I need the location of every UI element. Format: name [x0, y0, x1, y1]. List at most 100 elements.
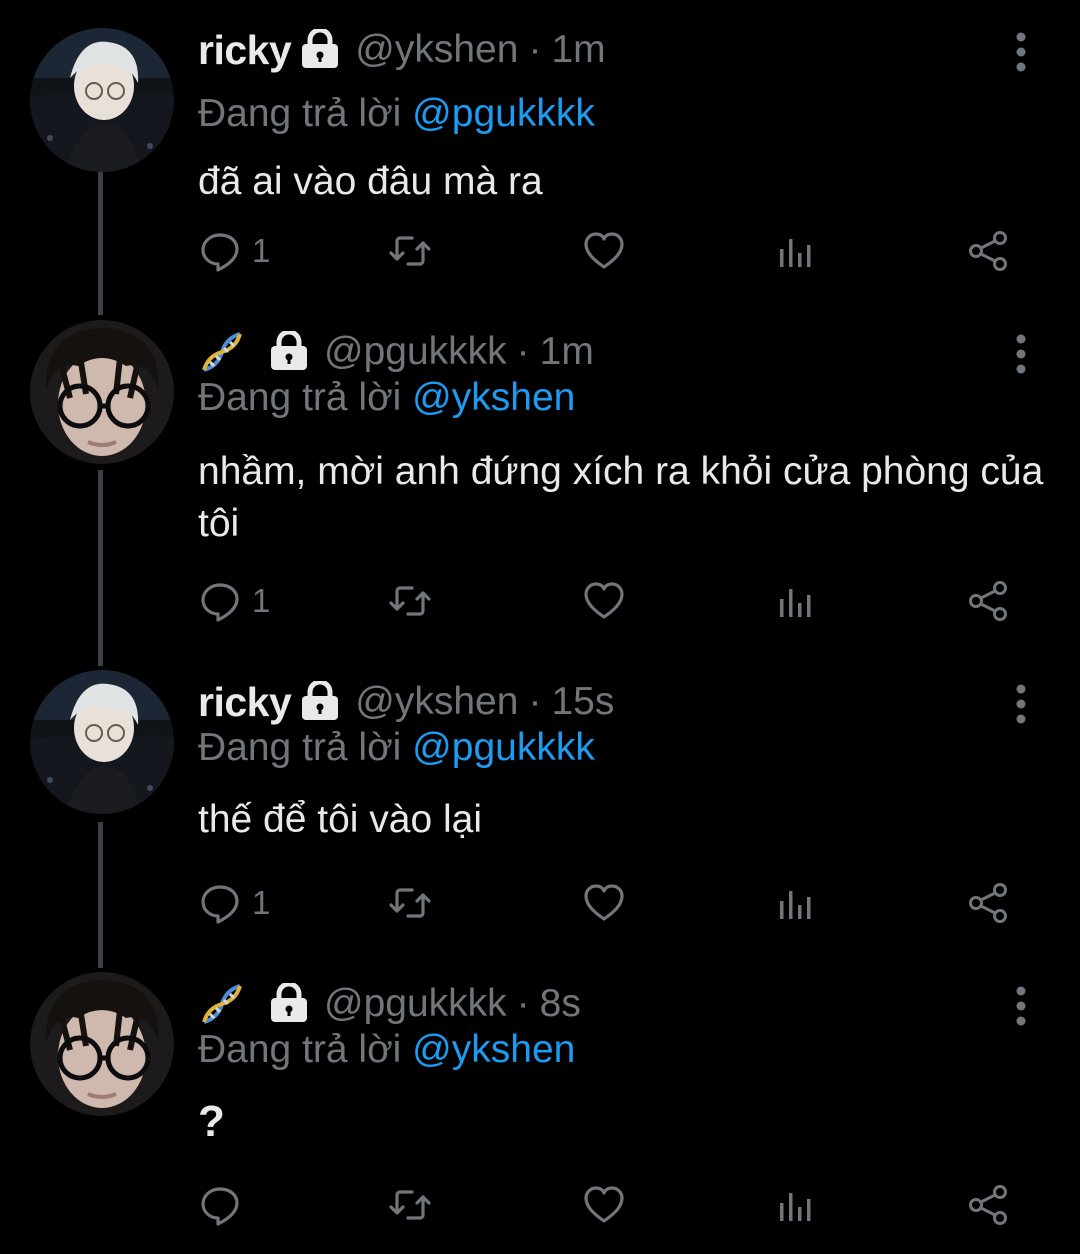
analytics-icon — [780, 1193, 811, 1221]
retweet-icon — [389, 888, 431, 918]
tweet[interactable]: ricky @ykshen · 15s Đang trả lời @pgukkk… — [0, 670, 1080, 950]
analytics-icon — [780, 239, 811, 267]
action-bar — [0, 1178, 1080, 1232]
handle[interactable]: @pgukkkk — [324, 330, 507, 374]
share-button[interactable] — [966, 1178, 1010, 1232]
lock-icon — [268, 329, 310, 373]
pgukkkk-avatar-image — [30, 972, 174, 1116]
tweet-header: ricky @ykshen · 15s — [198, 670, 614, 734]
reply-icon — [201, 885, 239, 924]
more-vertical-icon[interactable] — [1004, 984, 1038, 1028]
timestamp[interactable]: 8s — [540, 982, 581, 1026]
reply-icon — [201, 583, 239, 622]
like-button[interactable] — [582, 1178, 626, 1232]
reply-count: 1 — [252, 582, 271, 619]
tweet[interactable]: @pgukkkk · 1m Đang trả lời @ykshen nhầm,… — [0, 320, 1080, 650]
retweet-icon — [389, 1190, 431, 1220]
handle[interactable]: @pgukkkk — [324, 982, 507, 1026]
reply-button[interactable]: 1 — [198, 224, 270, 278]
avatar[interactable] — [30, 320, 174, 464]
lock-icon — [299, 679, 341, 723]
analytics-button[interactable] — [774, 1178, 818, 1232]
lock-icon — [268, 981, 310, 1025]
analytics-icon — [780, 891, 811, 919]
share-icon — [969, 231, 1007, 271]
retweet-button[interactable] — [388, 1178, 432, 1232]
share-button[interactable] — [966, 574, 1010, 628]
more-vertical-icon[interactable] — [1004, 682, 1038, 726]
dna-emoji-icon — [198, 328, 246, 376]
avatar[interactable] — [30, 28, 174, 172]
separator: · — [528, 680, 542, 723]
heart-icon — [584, 232, 624, 269]
analytics-button[interactable] — [774, 224, 818, 278]
like-button[interactable] — [582, 876, 626, 930]
mention-link[interactable]: @pgukkkk — [412, 92, 595, 135]
dna-emoji-icon — [198, 980, 246, 1028]
separator: · — [528, 28, 542, 71]
mention-link[interactable]: @pgukkkk — [412, 726, 595, 769]
reply-prefix: Đang trả lời — [198, 726, 402, 769]
handle[interactable]: @ykshen — [355, 28, 518, 72]
avatar[interactable] — [30, 972, 174, 1116]
retweet-button[interactable] — [388, 224, 432, 278]
tweet-header: @pgukkkk · 1m — [198, 320, 594, 384]
analytics-button[interactable] — [774, 574, 818, 628]
tweet[interactable]: ricky @ykshen · 1m Đang trả lời @pgukkkk… — [0, 18, 1080, 298]
retweet-button[interactable] — [388, 876, 432, 930]
reply-button[interactable] — [198, 1178, 252, 1232]
replying-to: Đang trả lời @ykshen — [198, 1028, 575, 1072]
heart-icon — [584, 884, 624, 921]
timestamp[interactable]: 1m — [551, 28, 605, 72]
share-icon — [969, 581, 1007, 621]
ricky-avatar-image — [30, 670, 174, 814]
tweet-header: @pgukkkk · 8s — [198, 972, 581, 1036]
timestamp[interactable]: 1m — [540, 330, 594, 374]
tweet[interactable]: @pgukkkk · 8s Đang trả lời @ykshen ? — [0, 972, 1080, 1254]
tweet-text: ? — [198, 1097, 225, 1146]
separator: · — [516, 982, 530, 1025]
share-button[interactable] — [966, 876, 1010, 930]
mention-link[interactable]: @ykshen — [412, 1028, 575, 1071]
reply-icon — [201, 233, 239, 272]
avatar[interactable] — [30, 670, 174, 814]
tweet-text: nhầm, mời anh đứng xích ra khỏi cửa phòn… — [198, 450, 1044, 545]
pgukkkk-avatar-image — [30, 320, 174, 464]
tweet-text: thế để tôi vào lại — [198, 798, 483, 841]
share-icon — [969, 883, 1007, 923]
display-name[interactable]: ricky — [198, 27, 292, 74]
retweet-icon — [389, 586, 431, 616]
share-button[interactable] — [966, 224, 1010, 278]
action-bar: 1 — [0, 876, 1080, 930]
retweet-icon — [389, 236, 431, 266]
reply-button[interactable]: 1 — [198, 574, 270, 628]
reply-icon — [201, 1187, 239, 1226]
mention-link[interactable]: @ykshen — [412, 376, 575, 419]
replying-to: Đang trả lời @pgukkkk — [198, 92, 595, 136]
like-button[interactable] — [582, 224, 626, 278]
analytics-button[interactable] — [774, 876, 818, 930]
tweet-text: đã ai vào đâu mà ra — [198, 160, 543, 203]
display-name[interactable]: ricky — [198, 679, 292, 726]
reply-count: 1 — [252, 884, 271, 921]
action-bar: 1 — [0, 574, 1080, 628]
separator: · — [516, 330, 530, 373]
handle[interactable]: @ykshen — [355, 680, 518, 724]
tweet-header: ricky @ykshen · 1m — [198, 18, 606, 82]
replying-to: Đang trả lời @pgukkkk — [198, 726, 595, 770]
like-button[interactable] — [582, 574, 626, 628]
retweet-button[interactable] — [388, 574, 432, 628]
heart-icon — [584, 1186, 624, 1223]
share-icon — [969, 1185, 1007, 1225]
ricky-avatar-image — [30, 28, 174, 172]
reply-prefix: Đang trả lời — [198, 376, 402, 419]
timestamp[interactable]: 15s — [551, 680, 614, 724]
more-vertical-icon[interactable] — [1004, 30, 1038, 74]
replying-to: Đang trả lời @ykshen — [198, 376, 575, 420]
more-vertical-icon[interactable] — [1004, 332, 1038, 376]
action-bar: 1 — [0, 224, 1080, 278]
reply-prefix: Đang trả lời — [198, 1028, 402, 1071]
reply-button[interactable]: 1 — [198, 876, 270, 930]
lock-icon — [299, 27, 341, 71]
analytics-icon — [780, 589, 811, 617]
